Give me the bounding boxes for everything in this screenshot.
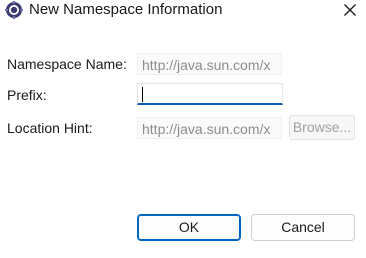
browse-button[interactable]: Browse... (289, 115, 355, 140)
text-caret (142, 87, 143, 102)
eclipse-gear-icon (5, 1, 23, 19)
window-title: New Namespace Information (29, 1, 223, 18)
location-hint-field[interactable]: http://java.sun.com/x (137, 117, 282, 139)
ok-button[interactable]: OK (137, 214, 241, 241)
close-button[interactable] (340, 0, 360, 20)
close-icon (344, 4, 356, 16)
namespace-name-label: Namespace Name: (7, 56, 127, 72)
location-hint-label: Location Hint: (7, 120, 93, 136)
cancel-button[interactable]: Cancel (251, 214, 355, 241)
prefix-label: Prefix: (7, 87, 47, 103)
title-bar: New Namespace Information (0, 0, 366, 22)
namespace-name-field[interactable]: http://java.sun.com/x (137, 53, 282, 75)
namespace-dialog: New Namespace Information Namespace Name… (0, 0, 366, 258)
prefix-input[interactable] (137, 83, 283, 105)
